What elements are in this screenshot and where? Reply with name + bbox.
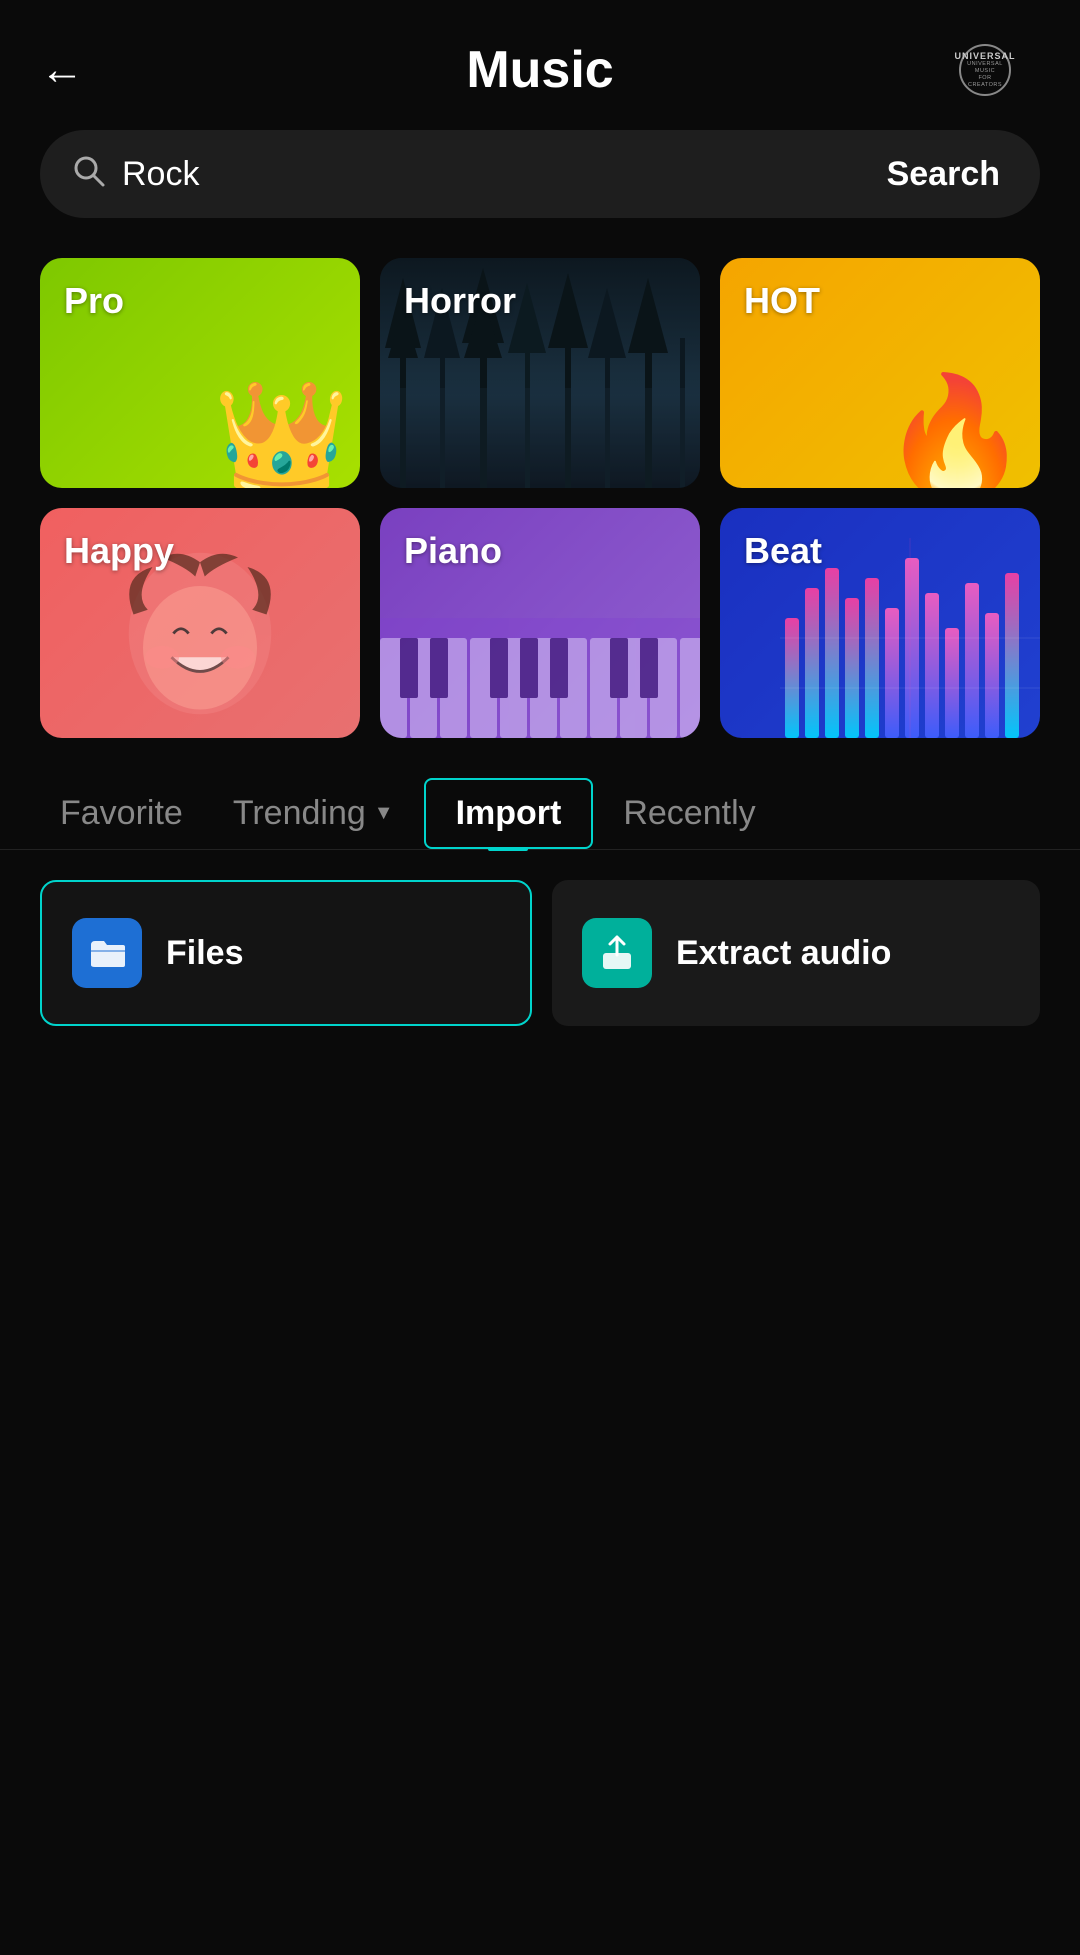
- back-button[interactable]: ←: [40, 48, 84, 92]
- tab-import[interactable]: Import: [424, 778, 594, 849]
- category-card-happy[interactable]: Happy: [40, 508, 360, 738]
- page-title: Music: [466, 40, 613, 100]
- header: ← Music UNIVERSAL UNIVERSALMUSICFOR CREA…: [0, 0, 1080, 120]
- import-options: Files Extract audio: [0, 850, 1080, 1056]
- files-icon: [72, 918, 142, 988]
- logo: UNIVERSAL UNIVERSALMUSICFOR CREATORS: [930, 40, 1040, 100]
- category-label-happy: Happy: [64, 530, 174, 572]
- tabs-container: Favorite Trending ▼ Import Recently: [0, 758, 1080, 850]
- search-bar: Search: [40, 130, 1040, 218]
- category-label-beat: Beat: [744, 530, 822, 572]
- extract-icon: [582, 918, 652, 988]
- category-card-pro[interactable]: Pro 👑: [40, 258, 360, 488]
- search-icon: [70, 152, 106, 197]
- category-card-beat[interactable]: Beat: [720, 508, 1040, 738]
- category-card-piano[interactable]: Piano: [380, 508, 700, 738]
- search-container: Search: [0, 120, 1080, 248]
- logo-circle: UNIVERSAL UNIVERSALMUSICFOR CREATORS: [959, 44, 1011, 96]
- category-label-hot: HOT: [744, 280, 820, 322]
- trending-dropdown-icon: ▼: [374, 802, 394, 825]
- search-input[interactable]: [122, 155, 841, 194]
- tab-favorite[interactable]: Favorite: [40, 778, 203, 849]
- import-extract-option[interactable]: Extract audio: [552, 880, 1040, 1026]
- search-button[interactable]: Search: [857, 145, 1030, 204]
- categories-container: Pro 👑 Horror: [0, 248, 1080, 758]
- import-files-option[interactable]: Files: [40, 880, 532, 1026]
- tab-recently[interactable]: Recently: [603, 778, 775, 849]
- logo-text-main: UNIVERSAL: [955, 51, 1016, 61]
- extract-audio-label: Extract audio: [676, 934, 891, 973]
- logo-text-sub: UNIVERSALMUSICFOR CREATORS: [961, 61, 1009, 90]
- category-label-piano: Piano: [404, 530, 502, 572]
- category-card-hot[interactable]: HOT 🔥: [720, 258, 1040, 488]
- categories-grid: Pro 👑 Horror: [40, 258, 1040, 738]
- category-card-horror[interactable]: Horror: [380, 258, 700, 488]
- category-label-pro: Pro: [64, 280, 124, 322]
- category-label-horror: Horror: [404, 280, 516, 322]
- files-label: Files: [166, 934, 243, 973]
- tab-trending[interactable]: Trending ▼: [213, 778, 414, 849]
